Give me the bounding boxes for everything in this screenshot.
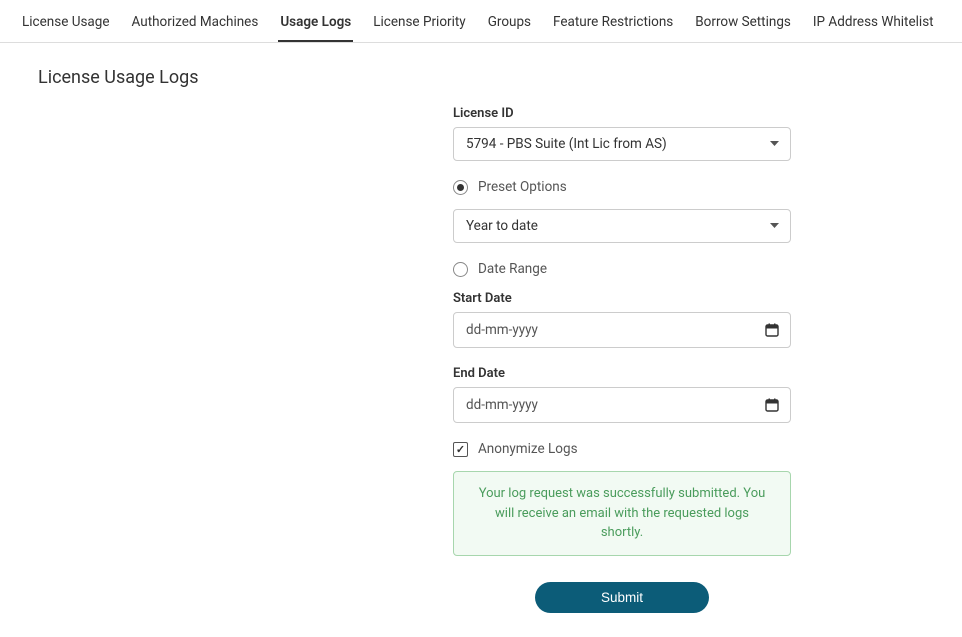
- form-area: License ID 5794 - PBS Suite (Int Lic fro…: [453, 106, 791, 613]
- date-range-radio-row: Date Range: [453, 261, 791, 277]
- tab-authorized-machines[interactable]: Authorized Machines: [130, 8, 261, 42]
- preset-options-label: Preset Options: [478, 179, 567, 195]
- license-id-label: License ID: [453, 106, 791, 121]
- end-date-wrap: dd-mm-yyyy: [453, 387, 791, 423]
- success-alert: Your log request was successfully submit…: [453, 471, 791, 556]
- date-range-label: Date Range: [478, 261, 547, 277]
- content-area: License Usage Logs License ID 5794 - PBS…: [0, 43, 962, 637]
- preset-options-radio[interactable]: [453, 180, 468, 195]
- tab-license-priority[interactable]: License Priority: [371, 8, 467, 42]
- start-date-input[interactable]: dd-mm-yyyy: [453, 312, 791, 348]
- start-date-label: Start Date: [453, 291, 791, 306]
- tab-license-usage[interactable]: License Usage: [20, 8, 112, 42]
- start-date-wrap: dd-mm-yyyy: [453, 312, 791, 348]
- tab-usage-logs[interactable]: Usage Logs: [278, 8, 353, 42]
- license-id-select-wrap: 5794 - PBS Suite (Int Lic from AS): [453, 127, 791, 161]
- submit-row: Submit: [453, 582, 791, 613]
- anonymize-label: Anonymize Logs: [478, 441, 578, 457]
- tab-borrow-settings[interactable]: Borrow Settings: [693, 8, 793, 42]
- license-id-select[interactable]: 5794 - PBS Suite (Int Lic from AS): [453, 127, 791, 161]
- tab-groups[interactable]: Groups: [486, 8, 533, 42]
- date-range-radio[interactable]: [453, 262, 468, 277]
- anonymize-row: Anonymize Logs: [453, 441, 791, 457]
- preset-options-select-wrap: Year to date: [453, 209, 791, 243]
- tab-ip-whitelist[interactable]: IP Address Whitelist: [811, 8, 936, 42]
- tab-bar: License Usage Authorized Machines Usage …: [0, 0, 962, 43]
- submit-button[interactable]: Submit: [535, 582, 709, 613]
- tab-feature-restrictions[interactable]: Feature Restrictions: [551, 8, 675, 42]
- page-title: License Usage Logs: [38, 67, 924, 88]
- preset-options-radio-row: Preset Options: [453, 179, 791, 195]
- end-date-input[interactable]: dd-mm-yyyy: [453, 387, 791, 423]
- preset-options-select[interactable]: Year to date: [453, 209, 791, 243]
- anonymize-checkbox[interactable]: [453, 442, 468, 457]
- end-date-label: End Date: [453, 366, 791, 381]
